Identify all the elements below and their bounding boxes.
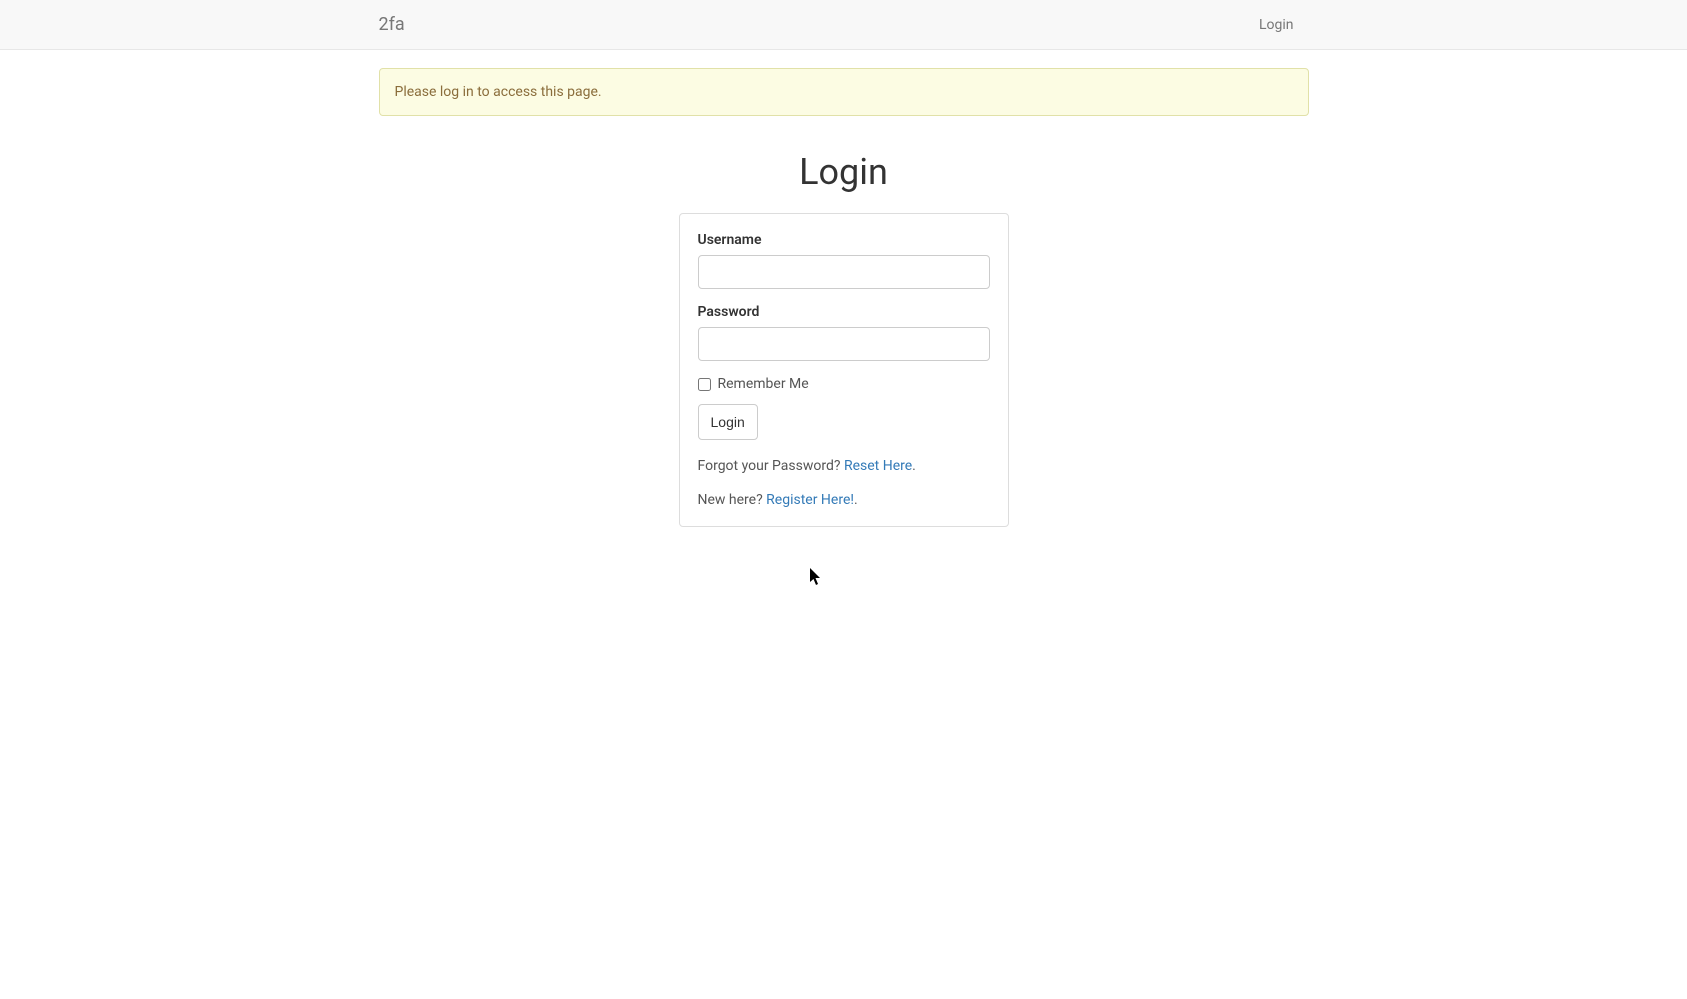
main-container: Please log in to access this page. Login…	[364, 68, 1324, 527]
username-label: Username	[698, 232, 990, 248]
remember-checkbox[interactable]	[698, 378, 711, 391]
register-suffix: .	[854, 492, 858, 508]
remember-label: Remember Me	[718, 376, 809, 392]
username-input[interactable]	[698, 255, 990, 289]
forgot-password-text: Forgot your Password? Reset Here.	[698, 458, 990, 474]
password-input[interactable]	[698, 327, 990, 361]
navbar: 2fa Login	[0, 0, 1687, 50]
nav-login-link[interactable]: Login	[1244, 2, 1309, 48]
navbar-container: 2fa Login	[364, 0, 1324, 49]
username-group: Username	[698, 232, 990, 289]
forgot-prefix: Forgot your Password?	[698, 458, 844, 474]
page-title: Login	[379, 151, 1309, 193]
register-prefix: New here?	[698, 492, 767, 508]
forgot-suffix: .	[912, 458, 916, 474]
password-label: Password	[698, 304, 990, 320]
reset-password-link[interactable]: Reset Here	[844, 458, 912, 474]
register-text: New here? Register Here!.	[698, 492, 990, 508]
cursor-icon	[810, 568, 822, 586]
login-button[interactable]: Login	[698, 404, 758, 440]
register-link[interactable]: Register Here!	[766, 492, 854, 508]
password-group: Password	[698, 304, 990, 361]
navbar-nav: Login	[1244, 17, 1309, 33]
navbar-brand[interactable]: 2fa	[379, 0, 405, 50]
login-panel: Username Password Remember Me Login Forg…	[679, 213, 1009, 527]
remember-group: Remember Me	[698, 376, 990, 392]
alert-message: Please log in to access this page.	[379, 68, 1309, 116]
